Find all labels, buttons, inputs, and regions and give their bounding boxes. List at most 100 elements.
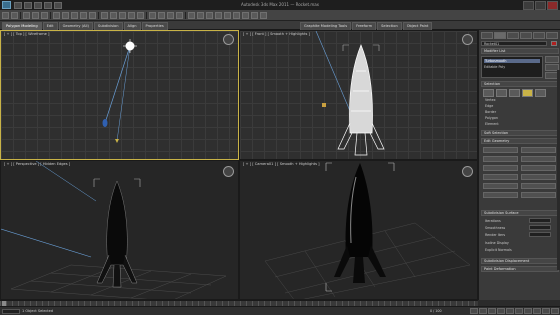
prev-frame-icon[interactable]	[479, 308, 487, 314]
bind-space-warp-icon[interactable]	[41, 11, 48, 19]
close-button[interactable]	[547, 1, 558, 10]
hierarchy-tab-icon[interactable]	[507, 32, 519, 39]
smoothness-spinner[interactable]	[529, 225, 551, 230]
percent-snap-icon[interactable]	[167, 11, 174, 19]
pan-view-icon[interactable]	[542, 308, 550, 314]
meshsmooth-button[interactable]	[521, 183, 556, 189]
snap-icon[interactable]	[149, 11, 156, 19]
save-file-icon[interactable]	[34, 2, 42, 9]
constraints-dropdown[interactable]	[521, 147, 556, 153]
go-to-start-icon[interactable]	[470, 308, 478, 314]
zoom-extents-icon[interactable]	[533, 308, 541, 314]
rollout-edit-geometry[interactable]: Edit Geometry	[481, 138, 559, 144]
element-mode-icon[interactable]	[535, 89, 546, 97]
relax-button[interactable]	[521, 192, 556, 198]
collapse-button[interactable]	[521, 156, 556, 162]
render-iters-spinner[interactable]	[529, 232, 551, 237]
option-element[interactable]: Element	[485, 122, 499, 126]
undo-icon[interactable]	[44, 2, 52, 9]
vertex-mode-icon[interactable]	[483, 89, 494, 97]
pin-stack-icon[interactable]	[545, 56, 559, 63]
render-setup-icon[interactable]	[242, 11, 249, 19]
pivot-center-icon[interactable]	[137, 11, 144, 19]
viewport-top[interactable]: [ + ] [ Top ] [ Wireframe ]	[0, 30, 239, 160]
orbit-icon[interactable]	[551, 308, 559, 314]
viewport-perspective[interactable]: [ + ] [ Perspective ] [ Hidden Edges ]	[0, 160, 239, 300]
param-isoline-display[interactable]: Isoline Display	[485, 241, 509, 245]
viewcube-icon[interactable]	[223, 166, 234, 177]
iterations-spinner[interactable]	[529, 218, 551, 223]
param-explicit-normals[interactable]: Explicit Normals	[485, 248, 512, 252]
scale-icon[interactable]	[119, 11, 126, 19]
minimize-button[interactable]	[523, 1, 534, 10]
align-icon[interactable]	[197, 11, 204, 19]
modify-tab-icon[interactable]	[494, 32, 506, 39]
rotate-icon[interactable]	[110, 11, 117, 19]
unlink-icon[interactable]	[32, 11, 39, 19]
maxscript-listener-field[interactable]	[2, 309, 20, 314]
polygon-mode-icon[interactable]	[522, 89, 533, 97]
slice-plane-button[interactable]	[483, 174, 518, 180]
display-tab-icon[interactable]	[533, 32, 545, 39]
undo-tool-icon[interactable]	[2, 11, 9, 19]
rollout-subdivision-surface[interactable]: Subdivision Surface	[481, 210, 559, 216]
selection-filter-icon[interactable]	[53, 11, 60, 19]
rollout-paint-deformation[interactable]: Paint Deformation	[481, 266, 559, 272]
select-by-name-icon[interactable]	[71, 11, 78, 19]
rollout-subdivision-displacement[interactable]: Subdivision Displacement	[481, 258, 559, 264]
new-file-icon[interactable]	[14, 2, 22, 9]
viewport-camera[interactable]: [ + ] [ Camera01 ] [ Smooth + Highlights…	[239, 160, 478, 300]
set-key-icon[interactable]	[524, 308, 532, 314]
stack-item-editable-poly[interactable]: Editable Poly	[484, 65, 505, 69]
application-menu-icon[interactable]	[2, 1, 11, 9]
quickslice-button[interactable]	[521, 174, 556, 180]
spinner-snap-icon[interactable]	[176, 11, 183, 19]
select-object-icon[interactable]	[62, 11, 69, 19]
auto-key-icon[interactable]	[515, 308, 523, 314]
rollout-selection[interactable]: Selection	[481, 81, 559, 87]
mirror-icon[interactable]	[188, 11, 195, 19]
repeat-last-button[interactable]	[483, 147, 518, 153]
schematic-view-icon[interactable]	[224, 11, 231, 19]
border-mode-icon[interactable]	[509, 89, 520, 97]
option-polygon[interactable]: Polygon	[485, 116, 498, 120]
rollout-soft-selection[interactable]: Soft Selection	[481, 130, 559, 136]
modifier-list-dropdown[interactable]: Modifier List	[481, 48, 559, 54]
redo-tool-icon[interactable]	[11, 11, 18, 19]
viewcube-icon[interactable]	[223, 34, 234, 45]
reference-coordinate-icon[interactable]	[128, 11, 135, 19]
layer-manager-icon[interactable]	[206, 11, 213, 19]
move-icon[interactable]	[101, 11, 108, 19]
viewcube-icon[interactable]	[462, 166, 473, 177]
viewport-front[interactable]: [ + ] [ Front ] [ Smooth + Highlights ]	[239, 30, 478, 160]
go-to-end-icon[interactable]	[506, 308, 514, 314]
render-frame-icon[interactable]	[251, 11, 258, 19]
next-frame-icon[interactable]	[497, 308, 505, 314]
curve-editor-icon[interactable]	[215, 11, 222, 19]
create-tab-icon[interactable]	[481, 32, 493, 39]
material-editor-icon[interactable]	[233, 11, 240, 19]
option-edge[interactable]: Edge	[485, 104, 493, 108]
attach-button[interactable]	[483, 165, 518, 171]
window-crossing-icon[interactable]	[89, 11, 96, 19]
render-icon[interactable]	[260, 11, 267, 19]
option-border[interactable]: Border	[485, 110, 496, 114]
option-vertex[interactable]: Vertex	[485, 98, 496, 102]
link-icon[interactable]	[23, 11, 30, 19]
object-color-swatch[interactable]	[551, 41, 557, 46]
stack-item-turbosmooth[interactable]: Turbosmooth	[484, 59, 540, 63]
play-icon[interactable]	[488, 308, 496, 314]
utilities-tab-icon[interactable]	[546, 32, 558, 39]
cut-button[interactable]	[483, 183, 518, 189]
edge-mode-icon[interactable]	[496, 89, 507, 97]
maximize-button[interactable]	[535, 1, 546, 10]
rect-selection-icon[interactable]	[80, 11, 87, 19]
create-button[interactable]	[483, 156, 518, 162]
make-planar-button[interactable]	[483, 192, 518, 198]
open-file-icon[interactable]	[24, 2, 32, 9]
viewcube-icon[interactable]	[462, 34, 473, 45]
motion-tab-icon[interactable]	[520, 32, 532, 39]
object-name-field[interactable]: Rocket01	[481, 41, 547, 46]
redo-icon[interactable]	[54, 2, 62, 9]
detach-button[interactable]	[521, 165, 556, 171]
